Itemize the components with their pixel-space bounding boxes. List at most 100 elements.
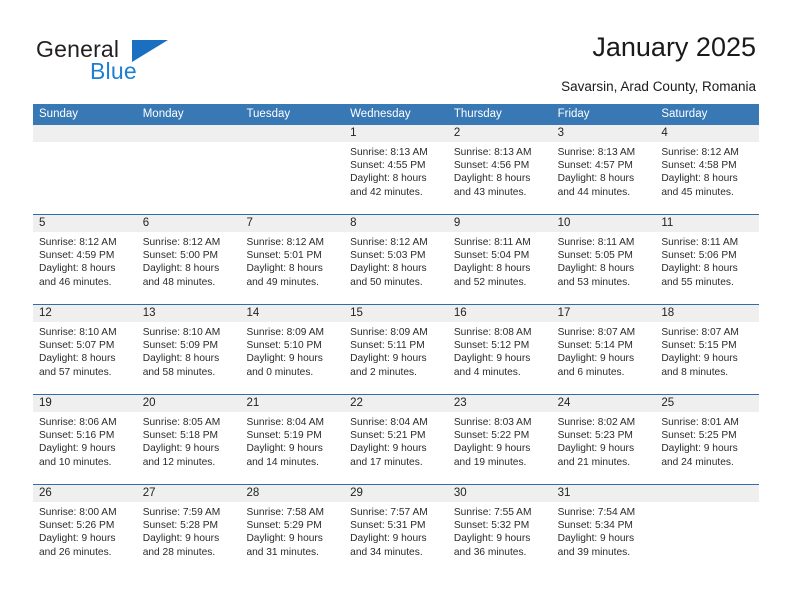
sunset-text: Sunset: 5:31 PM bbox=[350, 520, 426, 532]
day-number: 6 bbox=[142, 217, 150, 229]
calendar-day-cell[interactable]: 25 Sunrise: 8:01 AM Sunset: 5:25 PM Dayligh… bbox=[655, 395, 760, 484]
day-number-band: 26 bbox=[33, 485, 137, 502]
sunrise-text: Sunrise: 8:03 AM bbox=[453, 417, 532, 428]
calendar-day-cell[interactable]: 11 Sunrise: 8:11 AM Sunset: 5:06 PM Dayligh… bbox=[655, 215, 760, 304]
day-number-band: 11 bbox=[655, 215, 760, 232]
sunrise-text: Sunrise: 7:55 AM bbox=[453, 507, 532, 518]
day-number-band: 24 bbox=[551, 395, 656, 412]
daylight-text: Daylight: 9 hours bbox=[350, 443, 427, 455]
day-details: Sunrise: 8:07 AM Sunset: 5:14 PM Daylight:… bbox=[552, 322, 656, 379]
day-number-band: 18 bbox=[655, 305, 760, 322]
daylight-text: Daylight: 8 hours bbox=[557, 173, 635, 185]
day-number-band: 29 bbox=[344, 485, 448, 502]
sunrise-text: Sunrise: 8:09 AM bbox=[350, 327, 428, 338]
calendar-day-cell[interactable]: 6 Sunrise: 8:12 AM Sunset: 5:00 PM Daylight… bbox=[136, 215, 241, 304]
calendar-day-cell[interactable]: 30 Sunrise: 7:55 AM Sunset: 5:32 PM Dayligh… bbox=[447, 485, 552, 575]
sunrise-text: Sunrise: 7:59 AM bbox=[142, 507, 221, 518]
calendar-day-cell[interactable]: 10 Sunrise: 8:11 AM Sunset: 5:05 PM Dayligh… bbox=[551, 215, 656, 304]
calendar-day-cell[interactable]: 5 Sunrise: 8:12 AM Sunset: 4:59 PM Daylight… bbox=[33, 215, 137, 304]
day-details: Sunrise: 8:07 AM Sunset: 5:15 PM Daylight:… bbox=[655, 322, 759, 379]
calendar-day-cell[interactable]: 31 Sunrise: 7:54 AM Sunset: 5:34 PM Dayligh… bbox=[551, 485, 656, 575]
calendar-day-cell[interactable]: 18 Sunrise: 8:07 AM Sunset: 5:15 PM Dayligh… bbox=[655, 305, 760, 394]
day-number: 30 bbox=[453, 487, 467, 499]
calendar-day-cell[interactable]: 8 Sunrise: 8:12 AM Sunset: 5:03 PM Daylight… bbox=[344, 215, 448, 304]
sunset-text: Sunset: 5:34 PM bbox=[557, 520, 633, 532]
daylight-text: and 45 minutes. bbox=[661, 186, 734, 198]
day-number-band: 22 bbox=[344, 395, 448, 412]
daylight-text: and 24 minutes. bbox=[661, 456, 734, 468]
day-number-band: 2 bbox=[447, 125, 552, 142]
calendar-day-cell[interactable]: 20 Sunrise: 8:05 AM Sunset: 5:18 PM Dayligh… bbox=[136, 395, 241, 484]
calendar-day-cell[interactable]: 7 Sunrise: 8:12 AM Sunset: 5:01 PM Daylight… bbox=[240, 215, 345, 304]
calendar-day-cell[interactable]: 19 Sunrise: 8:06 AM Sunset: 5:16 PM Dayligh… bbox=[33, 395, 137, 484]
day-number-band: 31 bbox=[551, 485, 656, 502]
sunrise-text: Sunrise: 7:54 AM bbox=[557, 507, 636, 518]
day-number: 28 bbox=[246, 487, 260, 499]
day-number-band: 8 bbox=[344, 215, 448, 232]
calendar-day-cell[interactable]: 14 Sunrise: 8:09 AM Sunset: 5:10 PM Dayligh… bbox=[240, 305, 345, 394]
day-number-band: 28 bbox=[240, 485, 345, 502]
brand-name-blue: Blue bbox=[90, 58, 137, 84]
day-details bbox=[655, 502, 759, 506]
daylight-text: Daylight: 9 hours bbox=[453, 533, 531, 545]
calendar-day-cell[interactable]: 17 Sunrise: 8:07 AM Sunset: 5:14 PM Dayligh… bbox=[551, 305, 656, 394]
daylight-text: and 34 minutes. bbox=[350, 546, 423, 558]
calendar-day-cell[interactable]: 22 Sunrise: 8:04 AM Sunset: 5:21 PM Dayligh… bbox=[344, 395, 448, 484]
day-number-band bbox=[33, 125, 137, 142]
calendar-day-cell[interactable]: 16 Sunrise: 8:08 AM Sunset: 5:12 PM Dayligh… bbox=[447, 305, 552, 394]
day-number: 17 bbox=[557, 307, 571, 319]
day-number: 25 bbox=[661, 397, 675, 409]
daylight-text: Daylight: 9 hours bbox=[142, 443, 220, 455]
daylight-text: and 42 minutes. bbox=[350, 186, 423, 198]
sunset-text: Sunset: 5:22 PM bbox=[453, 430, 530, 442]
calendar-day-cell[interactable]: 4 Sunrise: 8:12 AM Sunset: 4:58 PM Daylight… bbox=[655, 125, 760, 214]
daylight-text: and 8 minutes. bbox=[661, 366, 729, 378]
day-details: Sunrise: 8:09 AM Sunset: 5:11 PM Daylight:… bbox=[344, 322, 448, 379]
brand-logo[interactable]: General Blue bbox=[36, 36, 266, 86]
day-number: 18 bbox=[661, 307, 675, 319]
day-details bbox=[137, 142, 241, 146]
day-number-band: 16 bbox=[447, 305, 552, 322]
calendar-day-cell[interactable]: 15 Sunrise: 8:09 AM Sunset: 5:11 PM Dayligh… bbox=[344, 305, 448, 394]
calendar-week-row: 26 Sunrise: 8:00 AM Sunset: 5:26 PM Dayligh… bbox=[33, 485, 760, 575]
calendar-day-cell[interactable]: 2 Sunrise: 8:13 AM Sunset: 4:56 PM Daylight… bbox=[447, 125, 552, 214]
calendar-day-cell[interactable]: 29 Sunrise: 7:57 AM Sunset: 5:31 PM Dayligh… bbox=[344, 485, 448, 575]
calendar-day-cell[interactable]: 28 Sunrise: 7:58 AM Sunset: 5:29 PM Dayligh… bbox=[240, 485, 345, 575]
calendar-day-cell[interactable]: 21 Sunrise: 8:04 AM Sunset: 5:19 PM Dayligh… bbox=[240, 395, 345, 484]
day-number: 11 bbox=[661, 217, 674, 229]
daylight-text: Daylight: 9 hours bbox=[557, 533, 635, 545]
calendar-day-cell[interactable]: 3 Sunrise: 8:13 AM Sunset: 4:57 PM Daylight… bbox=[551, 125, 656, 214]
day-number: 15 bbox=[350, 307, 363, 319]
day-details: Sunrise: 8:03 AM Sunset: 5:22 PM Daylight:… bbox=[448, 412, 552, 469]
day-number-band: 10 bbox=[551, 215, 656, 232]
calendar-day-cell[interactable]: 13 Sunrise: 8:10 AM Sunset: 5:09 PM Dayligh… bbox=[136, 305, 241, 394]
sunset-text: Sunset: 5:05 PM bbox=[557, 250, 633, 262]
sunset-text: Sunset: 5:10 PM bbox=[246, 340, 322, 352]
sunset-text: Sunset: 5:29 PM bbox=[246, 520, 322, 532]
sunrise-text: Sunrise: 8:12 AM bbox=[39, 237, 117, 248]
calendar-day-cell[interactable]: 23 Sunrise: 8:03 AM Sunset: 5:22 PM Dayligh… bbox=[447, 395, 552, 484]
day-number-band bbox=[655, 485, 760, 502]
daylight-text: and 43 minutes. bbox=[453, 186, 527, 198]
calendar-day-cell[interactable]: 26 Sunrise: 8:00 AM Sunset: 5:26 PM Dayligh… bbox=[33, 485, 137, 575]
daylight-text: and 44 minutes. bbox=[557, 186, 631, 198]
day-number: 19 bbox=[39, 397, 52, 409]
sunset-text: Sunset: 5:21 PM bbox=[350, 430, 426, 442]
page-header: General Blue January 2025 Savarsin, Arad… bbox=[0, 0, 792, 100]
calendar-page: General Blue January 2025 Savarsin, Arad… bbox=[0, 0, 792, 612]
calendar-day-cell[interactable]: 12 Sunrise: 8:10 AM Sunset: 5:07 PM Dayligh… bbox=[33, 305, 137, 394]
day-number: 29 bbox=[350, 487, 363, 499]
sunset-text: Sunset: 5:19 PM bbox=[246, 430, 322, 442]
daylight-text: and 46 minutes. bbox=[39, 276, 112, 288]
calendar-day-cell[interactable]: 27 Sunrise: 7:59 AM Sunset: 5:28 PM Dayligh… bbox=[136, 485, 241, 575]
daylight-text: and 14 minutes. bbox=[246, 456, 319, 468]
weekday-header-tuesday: Tuesday bbox=[246, 108, 291, 120]
calendar-day-cell[interactable]: 1 Sunrise: 8:13 AM Sunset: 4:55 PM Daylight… bbox=[344, 125, 448, 214]
daylight-text: Daylight: 9 hours bbox=[453, 443, 531, 455]
calendar-day-cell[interactable]: 9 Sunrise: 8:11 AM Sunset: 5:04 PM Daylight… bbox=[447, 215, 552, 304]
sunset-text: Sunset: 4:55 PM bbox=[350, 160, 426, 172]
sunrise-text: Sunrise: 8:11 AM bbox=[661, 237, 739, 248]
sunrise-text: Sunrise: 8:09 AM bbox=[246, 327, 325, 338]
calendar-day-cell[interactable]: 24 Sunrise: 8:02 AM Sunset: 5:23 PM Dayligh… bbox=[551, 395, 656, 484]
sunset-text: Sunset: 5:32 PM bbox=[453, 520, 530, 532]
